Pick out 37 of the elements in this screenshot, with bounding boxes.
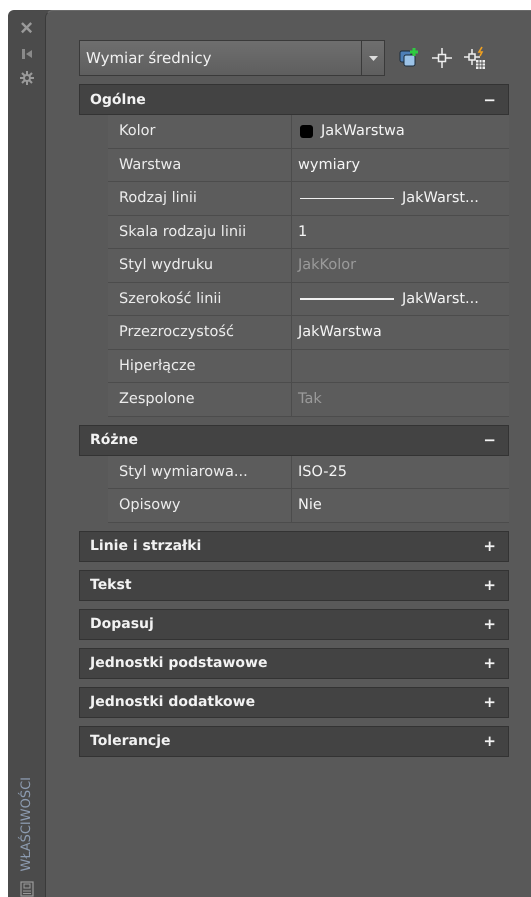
- property-label: Warstwa: [108, 148, 292, 181]
- property-value[interactable]: ISO-25: [298, 464, 347, 480]
- object-type-dropdown[interactable]: Wymiar średnicy: [79, 40, 385, 76]
- property-label: Przezroczystość: [108, 316, 292, 348]
- crosshair-icon[interactable]: [431, 47, 453, 69]
- property-value[interactable]: Nie: [298, 497, 322, 514]
- property-label: Kolor: [108, 115, 292, 148]
- properties-icon[interactable]: [20, 881, 34, 897]
- settings-icon[interactable]: [18, 70, 34, 86]
- property-value[interactable]: JakWarstwa: [298, 324, 382, 340]
- property-label: Rodzaj linii: [108, 182, 292, 214]
- section-header[interactable]: Różne −: [79, 424, 509, 456]
- pin-icon[interactable]: [20, 48, 32, 60]
- property-label: Styl wydruku: [108, 249, 292, 282]
- property-value[interactable]: JakWarstwa: [321, 123, 405, 140]
- property-label: Szerokość linii: [108, 282, 292, 315]
- section-header[interactable]: Jednostki dodatkowe +: [79, 686, 509, 718]
- property-value[interactable]: JakWarst...: [402, 290, 479, 307]
- section-header[interactable]: Ogólne −: [79, 84, 509, 115]
- add-selection-icon[interactable]: [399, 47, 421, 69]
- property-value[interactable]: JakWarst...: [402, 190, 479, 206]
- property-value[interactable]: 1: [298, 224, 308, 240]
- property-label: Zespolone: [108, 383, 292, 416]
- section-header[interactable]: Jednostki podstawowe +: [79, 648, 509, 678]
- section-header[interactable]: Tekst +: [79, 570, 509, 600]
- caret-icon: [368, 56, 378, 60]
- property-label: Skala rodzaju linii: [108, 216, 292, 248]
- section-header[interactable]: Dopasuj +: [79, 608, 509, 640]
- property-label: Styl wymiarowa...: [108, 456, 292, 488]
- property-label: Opisowy: [108, 489, 292, 522]
- palette-title: WŁAŚCIWOŚCI: [19, 776, 34, 871]
- quick-select-icon[interactable]: [463, 46, 487, 70]
- property-value[interactable]: wymiary: [298, 156, 360, 173]
- close-button[interactable]: ×: [20, 18, 33, 38]
- section-header[interactable]: Tolerancje +: [79, 726, 509, 756]
- property-label: Hiperłącze: [108, 350, 292, 382]
- section-header[interactable]: Linie i strzałki +: [79, 530, 509, 562]
